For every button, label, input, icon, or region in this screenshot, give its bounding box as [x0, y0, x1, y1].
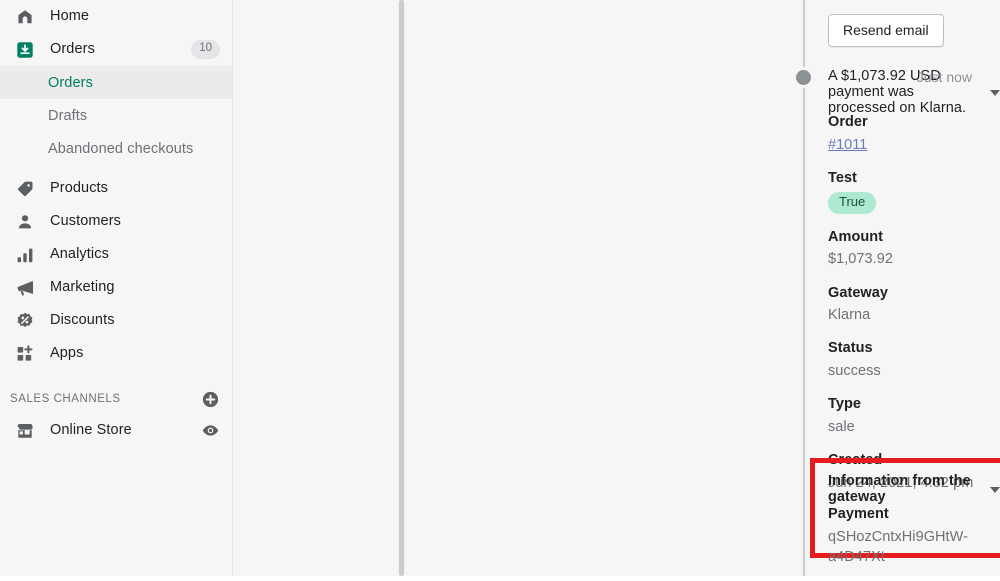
detail-field-label: Payment	[828, 506, 889, 522]
sidebar-item-customers[interactable]: Customers	[0, 205, 232, 238]
detail-field-label: Type	[828, 396, 861, 413]
gateway-info-title: Information from the gateway	[828, 473, 971, 505]
transaction-details-list: Order #1011 Test True Amount $1,073.92 G…	[828, 113, 1000, 507]
sidebar-item-label: Apps	[50, 345, 84, 362]
home-icon	[14, 6, 36, 28]
detail-field-label: Amount	[828, 228, 884, 245]
gateway-details-list: Payment qSHozCntxHi9GHtW-a4D47Xt	[828, 505, 1000, 581]
gateway-info-disclosure[interactable]: Information from the gateway	[828, 473, 1000, 505]
chevron-down-icon[interactable]	[990, 90, 1000, 96]
resend-email-button[interactable]: Resend email	[828, 14, 944, 48]
timeline-event-timestamp: Just now	[916, 69, 972, 85]
sidebar-item-label: Orders	[50, 41, 95, 58]
detail-field-label: Test	[828, 169, 857, 186]
eye-icon[interactable]	[201, 421, 220, 440]
timeline-event-dot	[796, 70, 811, 85]
sales-channels-title: SALES CHANNELS	[10, 393, 121, 405]
timeline-event[interactable]: A $1,073.92 USD payment was processed on…	[828, 68, 1000, 116]
sidebar-subitem-drafts[interactable]: Drafts	[0, 99, 232, 132]
status-badge: True	[828, 192, 877, 214]
detail-field-value: sale	[828, 418, 855, 435]
sidebar-item-label: Discounts	[50, 312, 115, 329]
sidebar-subitem-label: Orders	[48, 74, 93, 91]
sidebar-item-discounts[interactable]: Discounts	[0, 304, 232, 337]
sidebar-item-online-store[interactable]: Online Store	[0, 414, 232, 447]
sidebar-item-products[interactable]: Products	[0, 172, 232, 205]
detail-field-value: qSHozCntxHi9GHtW-a4D47Xt	[828, 528, 968, 565]
customers-person-icon	[14, 211, 36, 233]
sidebar: Home Orders 10 Orders Drafts Abandoned c…	[0, 0, 232, 576]
sidebar-subitem-label: Drafts	[48, 107, 88, 124]
plus-circle-icon[interactable]	[201, 390, 220, 409]
detail-field-amount: Amount $1,073.92	[828, 228, 1000, 270]
apps-grid-plus-icon	[14, 343, 36, 365]
detail-field-gateway: Gateway Klarna	[828, 284, 1000, 326]
sidebar-subitem-orders[interactable]: Orders	[0, 66, 232, 99]
sidebar-item-orders[interactable]: Orders 10	[0, 33, 232, 66]
sidebar-item-marketing[interactable]: Marketing	[0, 271, 232, 304]
detail-field-test: Test True	[828, 169, 1000, 214]
products-tag-icon	[14, 178, 36, 200]
detail-field-label: Status	[828, 340, 873, 357]
orders-inbox-icon	[14, 39, 36, 61]
timeline-content: Resend email A $1,073.92 USD payment was…	[400, 0, 1000, 576]
sidebar-item-label: Products	[50, 180, 109, 197]
app-root: Home Orders 10 Orders Drafts Abandoned c…	[0, 0, 1000, 576]
detail-field-order: Order #1011	[828, 113, 1000, 155]
sidebar-divider	[232, 0, 233, 576]
detail-field-value: $1,073.92	[828, 251, 893, 268]
sidebar-item-label: Marketing	[50, 279, 115, 296]
detail-field-label: Gateway	[828, 284, 888, 301]
sidebar-item-label: Customers	[50, 213, 121, 230]
detail-field-type: Type sale	[828, 395, 1000, 437]
timeline-track	[803, 0, 805, 576]
sales-channels-header: SALES CHANNELS	[0, 384, 232, 414]
online-store-shop-icon	[14, 420, 36, 442]
scrollbar-thumb[interactable]	[399, 0, 404, 576]
sidebar-item-label: Home	[50, 8, 90, 25]
detail-field-label: Order	[828, 114, 868, 130]
detail-field-status: Status success	[828, 339, 1000, 381]
orders-count-badge: 10	[191, 40, 220, 59]
analytics-bars-icon	[14, 244, 36, 266]
marketing-megaphone-icon	[14, 277, 36, 299]
detail-field-value: success	[828, 363, 881, 379]
left-gutter-column	[232, 0, 400, 576]
chevron-down-icon[interactable]	[990, 487, 1000, 493]
order-number-link[interactable]: #1011	[828, 135, 867, 155]
sidebar-subitem-label: Abandoned checkouts	[48, 140, 194, 157]
sidebar-item-analytics[interactable]: Analytics	[0, 238, 232, 271]
discounts-percent-icon	[14, 310, 36, 332]
sidebar-item-home[interactable]: Home	[0, 0, 232, 33]
sidebar-item-apps[interactable]: Apps	[0, 337, 232, 370]
main-panel: Resend email A $1,073.92 USD payment was…	[400, 0, 1000, 576]
sidebar-item-label: Analytics	[50, 246, 109, 263]
sidebar-item-label: Online Store	[50, 422, 132, 439]
sidebar-subitem-abandoned-checkouts[interactable]: Abandoned checkouts	[0, 132, 232, 165]
detail-field-payment: Payment qSHozCntxHi9GHtW-a4D47Xt	[828, 505, 1000, 567]
detail-field-value: Klarna	[828, 307, 871, 324]
